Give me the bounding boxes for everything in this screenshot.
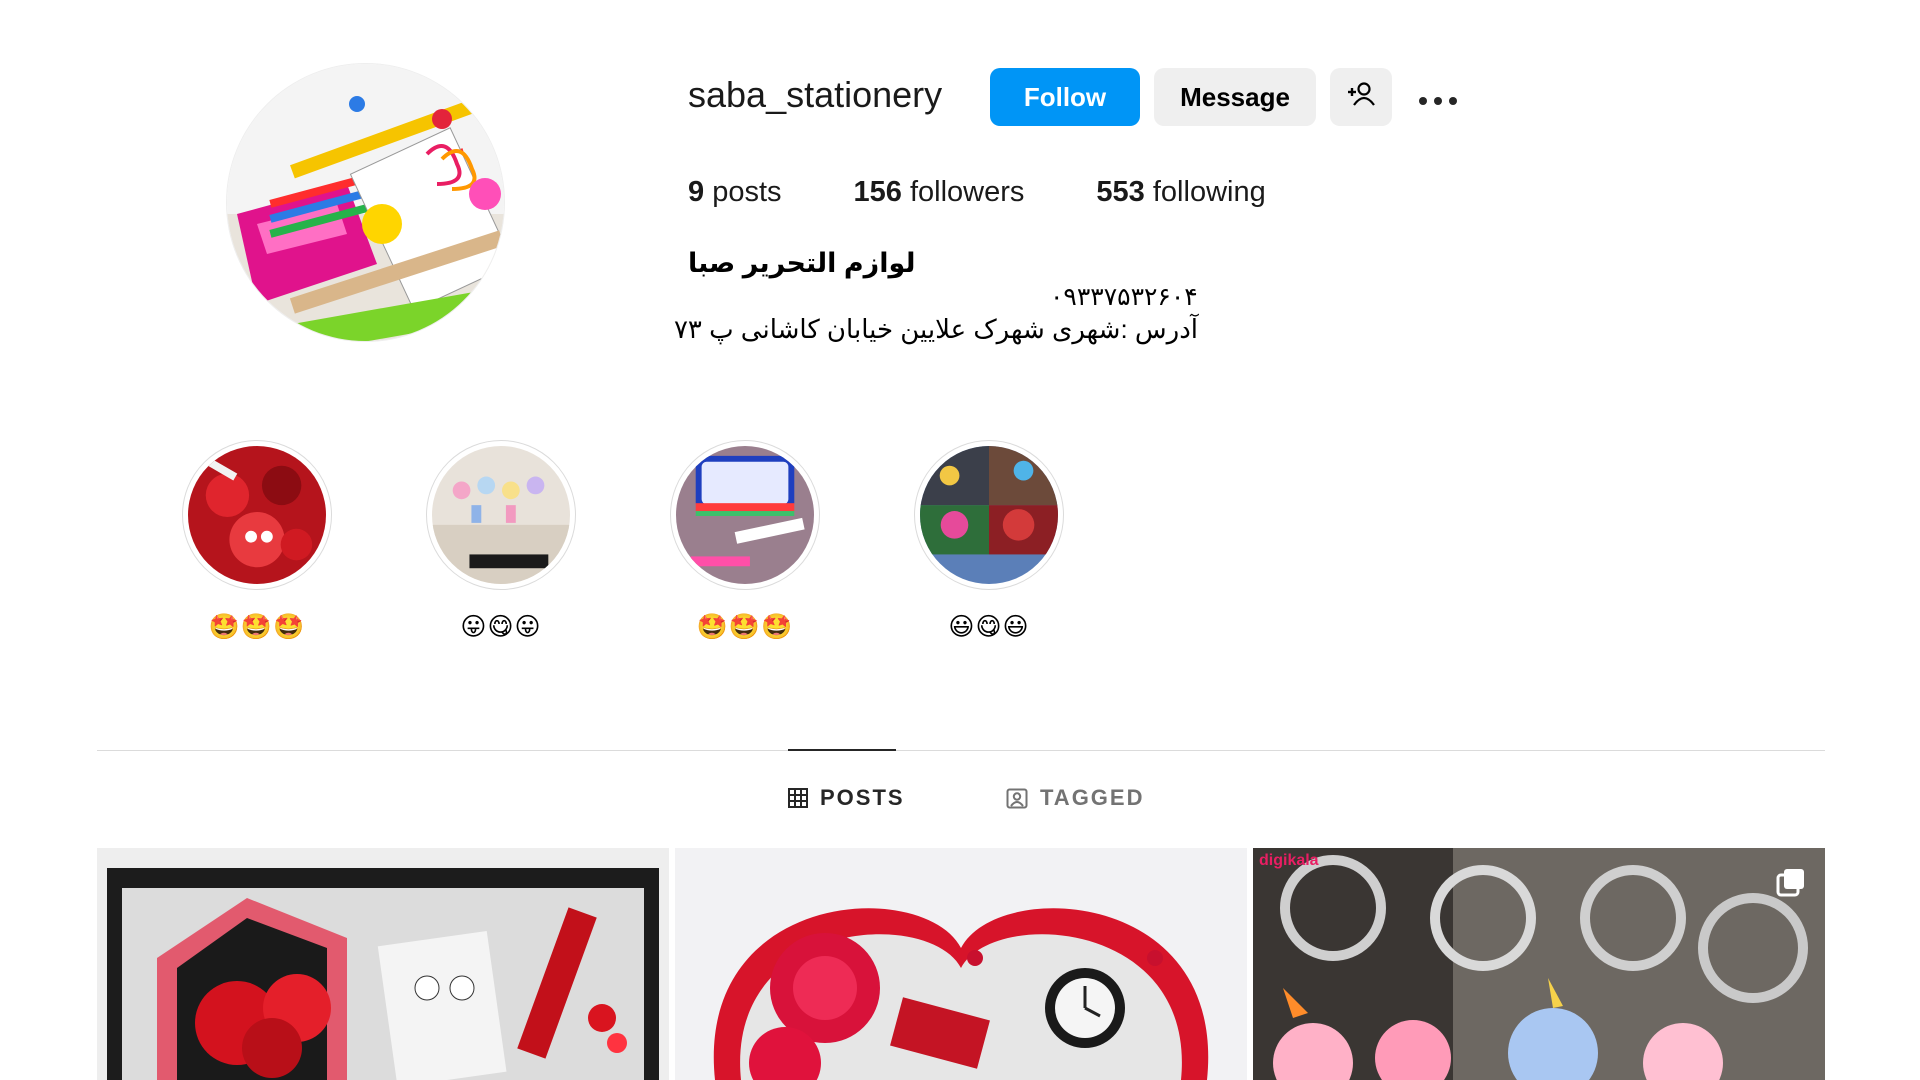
posts-count-label: posts [712,176,782,208]
story-highlight[interactable]: 🤩🤩🤩 [665,440,825,642]
post-watermark: digikala [1259,852,1319,869]
tab-posts-label: POSTS [820,785,905,810]
following-count-value: 553 [1096,176,1145,208]
post-thumbnail[interactable]: digikala [1253,848,1825,1080]
tab-tagged[interactable]: TAGGED [1006,785,1144,811]
followers-count-label: followers [909,176,1025,208]
multiple-posts-icon [1775,866,1807,898]
tagged-icon [1006,787,1028,809]
grid-icon [788,788,808,808]
tab-tagged-label: TAGGED [1040,785,1145,810]
story-highlight[interactable]: 🤩🤩🤩 [177,440,337,642]
following-count-label: following [1152,176,1266,208]
post-thumbnail[interactable] [675,848,1247,1080]
highlight-label: 🤩🤩🤩 [208,613,306,641]
tab-posts[interactable]: POSTS [788,785,905,811]
highlight-cover [670,440,820,590]
posts-count-value: 9 [688,176,705,208]
follow-button[interactable]: Follow [990,68,1140,126]
post-thumbnail[interactable] [97,848,669,1080]
highlight-cover [426,440,576,590]
active-tab-indicator [788,749,896,751]
message-button[interactable]: Message [1154,68,1316,126]
followers-count-value: 156 [853,176,902,208]
more-options-button[interactable] [1410,68,1466,126]
profile-page: saba_stationery Follow Message 9 posts 1… [0,0,1920,1080]
highlight-label: 🤩🤩🤩 [696,613,794,641]
story-highlight[interactable]: 😛😋😛 [421,440,581,642]
highlight-label: 😃😋😃 [948,613,1030,641]
posts-count: 9 posts [688,176,782,209]
followers-link[interactable]: 156 followers [854,176,1025,209]
profile-stats: 9 posts 156 followers 553 following [688,176,1338,209]
highlight-cover [182,440,332,590]
tabs-divider [97,750,1825,751]
person-add-icon [1347,81,1375,114]
profile-avatar[interactable] [227,64,504,341]
highlight-cover [914,440,1064,590]
more-options-icon [1418,82,1458,113]
suggest-accounts-button[interactable] [1330,68,1392,126]
bio-phone: ۰۹۳۳۷۵۳۲۶۰۴ [1050,283,1198,311]
profile-username: saba_stationery [688,74,943,115]
following-link[interactable]: 553 following [1096,176,1265,209]
profile-full-name: لوازم التحریر صبا [688,248,916,278]
story-highlight[interactable]: 😃😋😃 [909,440,1069,642]
bio-address: آدرس :شهری شهرک علایین خیابان کاشانی پ ۷… [673,314,1198,344]
highlight-label: 😛😋😛 [460,613,542,641]
